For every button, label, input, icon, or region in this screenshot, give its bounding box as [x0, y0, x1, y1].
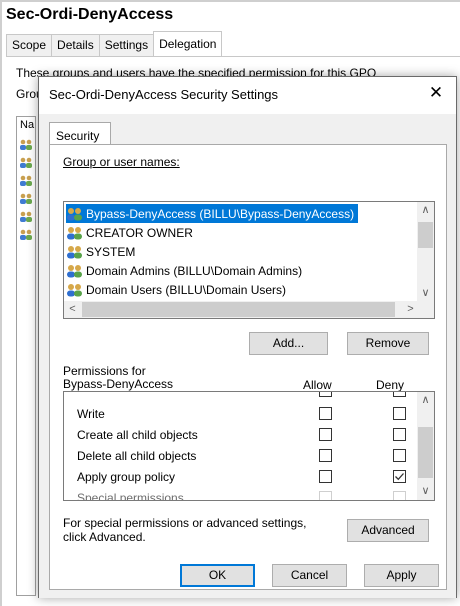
users-icon	[67, 245, 82, 258]
security-panel: Group or user names: Bypass-DenyAccess (…	[49, 144, 447, 590]
gpo-list-header: Na	[20, 119, 35, 131]
permission-create-child: Create all child objects	[77, 428, 198, 442]
tab-scope[interactable]: Scope	[6, 34, 53, 56]
permission-write: Write	[77, 407, 105, 421]
list-item-user[interactable]: Domain Users (BILLU\Domain Users)	[66, 280, 290, 299]
scroll-down-icon[interactable]: ∨	[417, 483, 434, 500]
deny-checkbox-checked[interactable]	[393, 470, 406, 483]
advanced-button-label: Advanced	[361, 523, 415, 537]
ok-button-label: OK	[208, 568, 227, 582]
users-horizontal-scrollbar[interactable]: < >	[64, 301, 419, 318]
window-left-border	[0, 0, 2, 606]
users-icon	[67, 226, 82, 239]
users-icon	[67, 207, 82, 220]
allow-checkbox[interactable]	[319, 449, 332, 462]
allow-checkbox[interactable]	[319, 392, 332, 397]
tab-panel-border	[6, 56, 460, 57]
users-icon	[20, 157, 32, 168]
user-name: SYSTEM	[86, 244, 136, 259]
allow-checkbox-disabled	[319, 491, 332, 500]
cancel-button-label: Cancel	[290, 568, 329, 582]
advanced-hint: For special permissions or advanced sett…	[63, 516, 306, 544]
add-button[interactable]: Add...	[249, 332, 328, 355]
advanced-hint-line1: For special permissions or advanced sett…	[63, 516, 307, 530]
users-icon	[20, 175, 32, 186]
deny-checkbox[interactable]	[393, 428, 406, 441]
scroll-down-icon[interactable]: ∨	[417, 285, 434, 302]
permissions-for-user: Bypass-DenyAccess	[63, 377, 174, 391]
permission-apply-group-policy: Apply group policy	[77, 470, 176, 484]
users-icon	[67, 264, 82, 277]
allow-column-header: Allow	[303, 378, 332, 392]
tab-details[interactable]: Details	[51, 34, 100, 56]
allow-checkbox[interactable]	[319, 470, 332, 483]
users-icon	[20, 139, 32, 150]
scroll-left-icon[interactable]: <	[64, 301, 81, 318]
list-item-user[interactable]: Bypass-DenyAccess (BILLU\Bypass-DenyAcce…	[66, 204, 359, 223]
apply-button-label: Apply	[386, 568, 417, 582]
scroll-up-icon[interactable]: ∧	[417, 202, 434, 219]
add-button-label: Add...	[272, 336, 305, 350]
cancel-button[interactable]: Cancel	[272, 564, 347, 587]
user-name: Domain Admins (BILLU\Domain Admins)	[86, 263, 303, 278]
scroll-up-icon[interactable]: ∧	[417, 392, 434, 409]
deny-checkbox[interactable]	[393, 449, 406, 462]
close-icon[interactable]: ✕	[424, 81, 448, 105]
users-icon	[67, 283, 82, 296]
user-name: Bypass-DenyAccess (BILLU\Bypass-DenyAcce…	[86, 206, 355, 221]
user-name: Domain Users (BILLU\Domain Users)	[86, 282, 287, 297]
deny-checkbox-disabled	[393, 491, 406, 500]
ok-button[interactable]: OK	[180, 564, 255, 587]
window-top-border	[0, 0, 460, 2]
permission-delete-child: Delete all child objects	[77, 449, 197, 463]
deny-column-header: Deny	[376, 378, 405, 392]
advanced-hint-line2: click Advanced.	[63, 530, 146, 544]
advanced-button[interactable]: Advanced	[347, 519, 429, 542]
list-item-user[interactable]: SYSTEM	[66, 242, 139, 261]
users-vertical-scrollbar[interactable]: ∧ ∨	[417, 202, 434, 302]
users-icon	[20, 211, 32, 222]
users-icon	[20, 193, 32, 204]
gpo-title: Sec-Ordi-DenyAccess	[6, 6, 174, 23]
gpo-tabs: Scope Details Settings Delegation	[6, 31, 223, 56]
deny-checkbox[interactable]	[393, 407, 406, 420]
scroll-thumb[interactable]	[418, 427, 433, 478]
permissions-scrollbar[interactable]: ∧ ∨	[417, 392, 434, 500]
gpo-delegation-list[interactable]: Na	[16, 116, 36, 596]
tab-settings[interactable]: Settings	[98, 34, 155, 56]
tab-security[interactable]: Security	[49, 122, 111, 145]
users-listbox[interactable]: Bypass-DenyAccess (BILLU\Bypass-DenyAcce…	[63, 201, 435, 319]
dialog-body: Security Group or user names: Bypass-Den…	[39, 114, 456, 598]
deny-checkbox[interactable]	[393, 392, 406, 397]
permissions-for-label: Permissions for Bypass-DenyAccess	[63, 365, 173, 391]
tab-delegation[interactable]: Delegation	[153, 31, 223, 56]
checkmark-icon	[395, 473, 404, 481]
remove-button-label: Remove	[365, 336, 411, 350]
permission-special: Special permissions	[77, 491, 184, 501]
allow-checkbox[interactable]	[319, 407, 332, 420]
dialog-title: Sec-Ordi-DenyAccess Security Settings	[49, 87, 279, 102]
apply-button[interactable]: Apply	[364, 564, 439, 587]
list-item-user[interactable]: CREATOR OWNER	[66, 223, 197, 242]
scroll-thumb[interactable]	[418, 222, 433, 248]
group-or-user-names-label: Group or user names:	[63, 155, 180, 169]
remove-button[interactable]: Remove	[347, 332, 429, 355]
security-settings-dialog: Sec-Ordi-DenyAccess Security Settings ✕ …	[38, 76, 457, 598]
users-icon	[20, 229, 32, 240]
scroll-corner	[417, 301, 434, 318]
permissions-list[interactable]: Write Create all child objects Delete al…	[63, 391, 435, 501]
list-item-user[interactable]: Domain Admins (BILLU\Domain Admins)	[66, 261, 306, 280]
scroll-thumb[interactable]	[82, 302, 395, 317]
user-name: CREATOR OWNER	[86, 225, 193, 240]
allow-checkbox[interactable]	[319, 428, 332, 441]
